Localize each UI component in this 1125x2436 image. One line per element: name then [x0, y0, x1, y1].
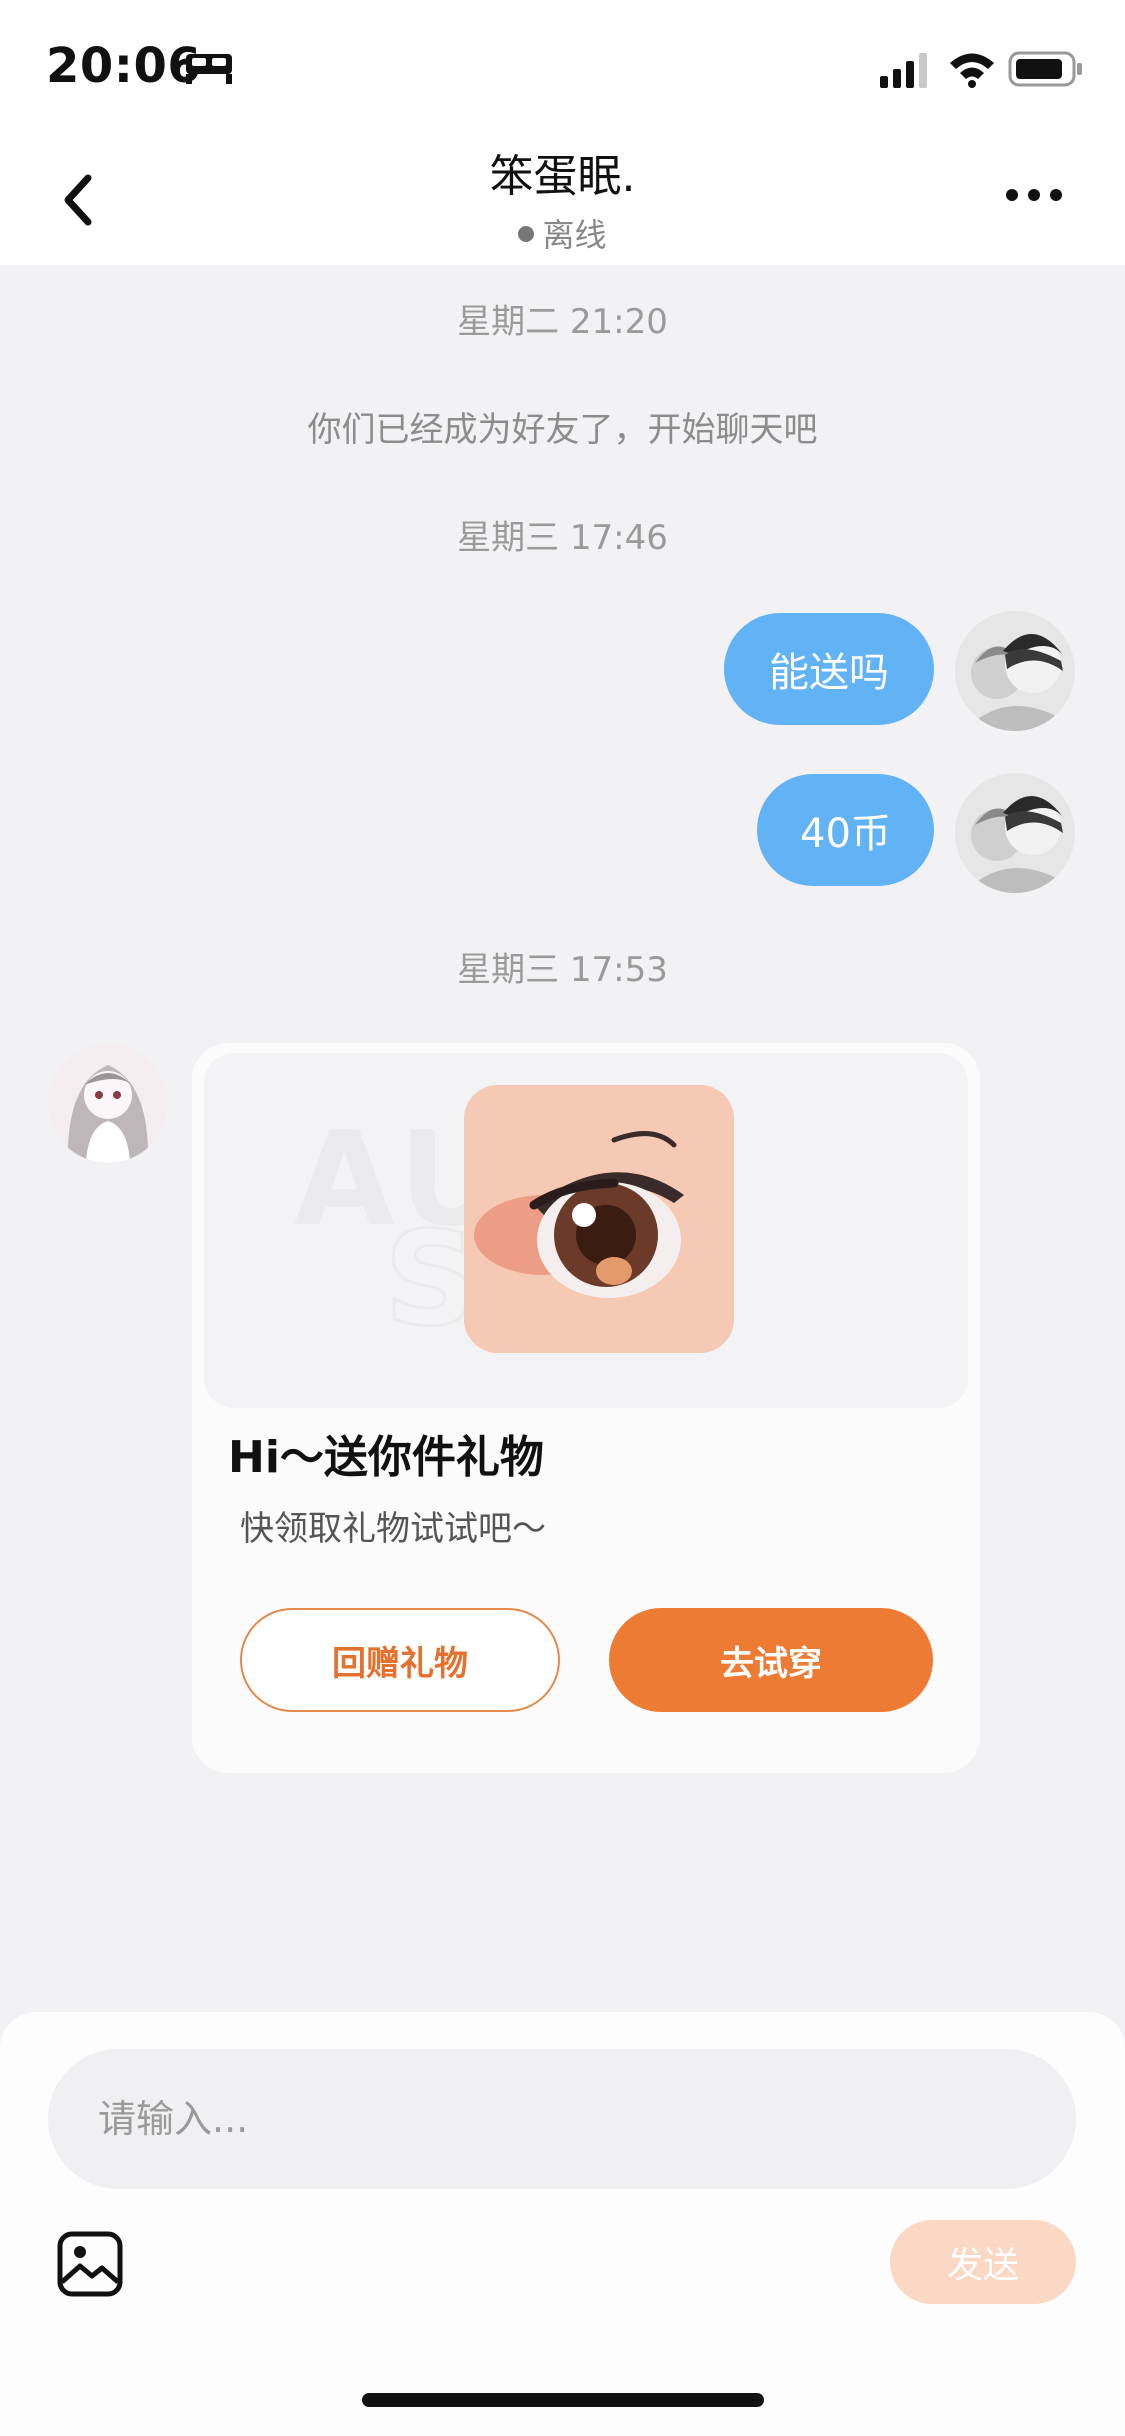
send-button[interactable]: 发送	[890, 2220, 1076, 2304]
message-bubble[interactable]: 40币	[757, 774, 934, 886]
battery-icon	[1008, 51, 1082, 87]
my-avatar[interactable]	[955, 611, 1075, 731]
status-dot-icon	[518, 226, 535, 242]
gift-banner: AU R S RE	[204, 1053, 968, 1408]
chat-header: 笨蛋眠. 离线	[0, 130, 1125, 265]
gift-item-image[interactable]	[464, 1085, 734, 1353]
return-gift-button[interactable]: 回赠礼物	[240, 1608, 560, 1712]
gift-card-subtitle: 快领取礼物试试吧～	[240, 1509, 546, 1549]
avatar-image	[955, 611, 1075, 731]
my-avatar[interactable]	[955, 773, 1075, 893]
avatar-image	[955, 773, 1075, 893]
contact-name: 笨蛋眠.	[489, 151, 636, 202]
bed-icon	[186, 54, 232, 84]
image-icon[interactable]	[56, 2230, 124, 2298]
gift-card-title: Hi～送你件礼物	[228, 1432, 544, 1483]
timestamp: 星期二 21:20	[457, 302, 668, 342]
message-composer: 发送	[0, 2012, 1125, 2436]
message-input[interactable]	[48, 2049, 1076, 2189]
contact-avatar[interactable]	[48, 1043, 168, 1163]
home-indicator[interactable]	[362, 2393, 764, 2407]
timestamp: 星期三 17:46	[457, 518, 668, 558]
online-status-label: 离线	[542, 216, 607, 254]
signal-icon	[880, 53, 927, 88]
system-message: 你们已经成为好友了，开始聊天吧	[307, 410, 818, 450]
wifi-icon	[950, 53, 994, 88]
avatar-image	[48, 1043, 168, 1163]
gift-card: AU R S RE Hi～送你件礼物 快领取礼物试试吧～ 回赠礼物 去试穿	[192, 1043, 980, 1773]
more-icon[interactable]	[1004, 180, 1064, 210]
status-bar: 20:06	[0, 0, 1125, 130]
message-bubble[interactable]: 能送吗	[724, 613, 934, 725]
status-time: 20:06	[46, 38, 202, 94]
timestamp: 星期三 17:53	[457, 950, 668, 990]
online-status: 离线	[0, 210, 1125, 256]
try-on-button[interactable]: 去试穿	[609, 1608, 933, 1712]
